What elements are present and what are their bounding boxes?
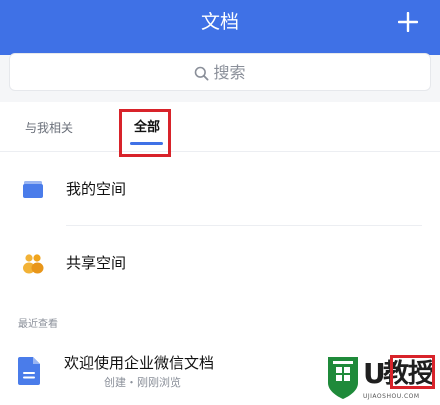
watermark-domain: UJIAOSHOU.COM bbox=[363, 393, 420, 400]
document-title: 欢迎使用企业微信文档 bbox=[64, 354, 215, 372]
document-icon bbox=[18, 357, 40, 385]
list-item-shared-space[interactable]: 共享空间 bbox=[0, 226, 440, 300]
annotation-highlight-box bbox=[119, 109, 171, 157]
plus-icon bbox=[398, 12, 418, 32]
page-title: 文档 bbox=[200, 11, 239, 33]
document-subtitle: 创建・刚刚浏览 bbox=[104, 376, 181, 389]
folder-icon bbox=[23, 181, 43, 198]
add-button[interactable] bbox=[398, 12, 418, 32]
tab-related-to-me[interactable]: 与我相关 bbox=[25, 120, 73, 136]
recent-section-label: 最近查看 bbox=[18, 319, 58, 330]
app-header: 文档 bbox=[0, 0, 440, 45]
list-item-my-space[interactable]: 我的空间 bbox=[0, 152, 440, 226]
my-space-label: 我的空间 bbox=[66, 180, 127, 198]
search-icon bbox=[195, 66, 209, 81]
shared-space-label: 共享空间 bbox=[66, 254, 127, 272]
tab-bar: 与我相关 全部 bbox=[0, 102, 440, 152]
search-placeholder: 搜索 bbox=[213, 63, 246, 82]
shield-windows-icon bbox=[328, 357, 358, 399]
annotation-highlight-box bbox=[390, 355, 435, 389]
people-icon bbox=[23, 254, 44, 274]
search-input[interactable]: 搜索 bbox=[9, 53, 431, 91]
